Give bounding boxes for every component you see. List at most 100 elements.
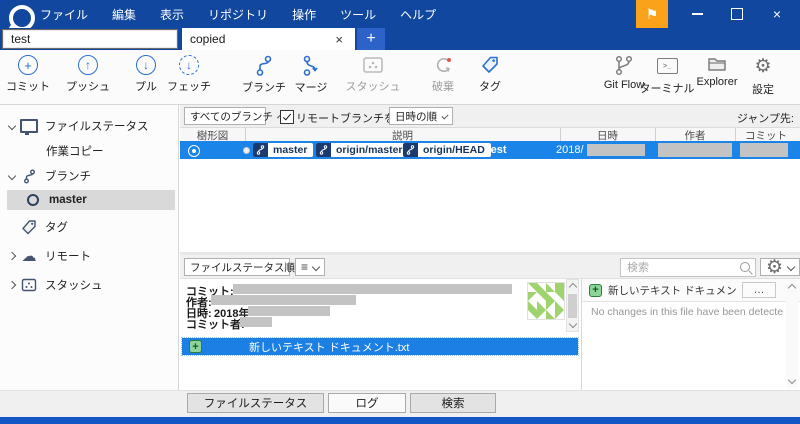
diff-scrollbar[interactable] — [786, 280, 798, 388]
tab-copied[interactable]: copied × — [182, 28, 355, 50]
commit-message: test — [487, 144, 507, 156]
chevron-down-icon[interactable] — [9, 120, 19, 132]
branch-filter-dropdown[interactable]: すべてのブランチ — [184, 107, 266, 125]
scroll-down-icon[interactable] — [569, 320, 577, 328]
gitflow-icon — [614, 55, 634, 76]
gear-icon — [766, 256, 783, 279]
maximize-button[interactable] — [720, 0, 754, 28]
no-changes-message: No changes in this file have been detect… — [591, 306, 783, 318]
push-icon — [78, 55, 98, 75]
maximize-icon — [731, 8, 743, 20]
branch-badge-origin-head: origin/HEAD — [403, 143, 491, 157]
menu-file[interactable]: ファイル — [36, 4, 92, 25]
file-row-selected[interactable]: + 新しいテキスト ドキュメント.txt — [182, 338, 578, 355]
scroll-up-icon[interactable] — [788, 284, 796, 292]
stash-button: スタッシュ — [345, 55, 401, 94]
chevron-right-icon[interactable] — [9, 250, 19, 262]
menu-tools[interactable]: ツール — [336, 4, 380, 25]
tag-button[interactable]: タグ — [462, 55, 518, 94]
search-settings-button[interactable] — [760, 258, 800, 276]
view-button-log[interactable]: ログ — [328, 393, 406, 413]
log-column-headers: 樹形図 説明 日時 作者 コミット — [180, 128, 800, 141]
minimize-button[interactable] — [680, 0, 714, 28]
gear-icon — [754, 55, 771, 78]
commit-button[interactable]: コミット — [0, 55, 56, 94]
check-icon — [283, 112, 291, 121]
plus-icon: + — [366, 30, 375, 48]
branch-icon — [255, 55, 273, 76]
tab-test[interactable]: test — [2, 29, 178, 49]
diff-file-name: 新しいテキスト ドキュメント.txt — [608, 283, 738, 298]
sidebar-item-stashes[interactable]: スタッシュ — [0, 275, 179, 295]
chevron-right-icon[interactable] — [9, 279, 19, 291]
commit-row-selected[interactable]: master origin/master origin/HEAD test 20… — [180, 141, 800, 159]
chevron-down-icon — [787, 263, 795, 271]
merge-button[interactable]: マージ — [283, 55, 339, 95]
sidebar-item-tags[interactable]: タグ — [0, 217, 179, 237]
file-sort-dropdown[interactable]: ファイルステータス順 — [184, 258, 290, 276]
push-button[interactable]: プッシュ — [60, 55, 116, 94]
bottom-bar: ファイルステータス ログ 検索 — [0, 390, 800, 417]
redacted-commit-hash — [233, 284, 512, 294]
scroll-down-icon[interactable] — [788, 376, 796, 384]
scroll-up-icon[interactable] — [569, 283, 577, 291]
menu-bar: ファイル 編集 表示 リポジトリ 操作 ツール ヘルプ — [36, 0, 440, 28]
minimize-icon — [692, 13, 703, 15]
repo-tab-bar: test copied × + — [0, 28, 800, 50]
close-window-button[interactable]: × — [760, 0, 794, 28]
sourcetree-window: ファイル 編集 表示 リポジトリ 操作 ツール ヘルプ ⚑ × test cop… — [0, 0, 800, 424]
settings-button[interactable]: 設定 — [735, 55, 791, 97]
sidebar-item-file-status[interactable]: ファイルステータス — [0, 116, 179, 136]
ellipsis-icon: … — [754, 284, 765, 296]
terminal-icon — [657, 58, 678, 74]
search-icon — [740, 262, 750, 272]
diff-pane: + 新しいテキスト ドキュメント.txt … No changes in thi… — [581, 279, 800, 390]
view-options-button[interactable]: ≡ — [295, 258, 325, 276]
tag-icon — [19, 219, 39, 235]
menu-help[interactable]: ヘルプ — [396, 4, 440, 25]
file-list-pane: + 新しいテキスト ドキュメント.txt — [180, 332, 580, 390]
branch-badge-origin-master: origin/master — [316, 143, 409, 157]
tag-icon — [480, 55, 500, 75]
fetch-button[interactable]: フェッチ — [161, 55, 217, 94]
stash-icon — [19, 278, 39, 292]
view-button-file-status[interactable]: ファイルステータス — [187, 393, 324, 413]
author-identicon — [527, 282, 565, 320]
menu-edit[interactable]: 編集 — [108, 4, 140, 25]
file-added-icon: + — [189, 340, 202, 353]
jump-to-label: ジャンプ先: — [737, 110, 794, 126]
sidebar-item-branches[interactable]: ブランチ — [0, 166, 179, 186]
show-remote-checkbox[interactable] — [280, 110, 294, 124]
fetch-icon — [179, 55, 199, 75]
menu-actions[interactable]: 操作 — [288, 4, 320, 25]
view-button-search[interactable]: 検索 — [410, 393, 496, 413]
branch-icon — [19, 169, 39, 184]
commit-icon — [18, 55, 38, 75]
redacted-date — [248, 306, 330, 316]
chevron-down-icon[interactable] — [9, 170, 19, 182]
monitor-icon — [19, 119, 39, 133]
more-options-button[interactable]: … — [742, 282, 776, 298]
search-input[interactable] — [620, 258, 756, 277]
lower-toolbar: ファイルステータス順 ≡ — [180, 255, 800, 279]
notification-flag-button[interactable]: ⚑ — [636, 0, 668, 28]
committer-label: コミット者: — [186, 316, 245, 332]
menu-repository[interactable]: リポジトリ — [204, 4, 272, 25]
folder-icon — [707, 55, 727, 73]
tab-close-icon[interactable]: × — [331, 32, 347, 47]
commit-info-scrollbar[interactable] — [566, 279, 579, 332]
sidebar-item-master[interactable]: master — [7, 190, 175, 210]
menu-view[interactable]: 表示 — [156, 4, 188, 25]
commit-date: 2018/ — [556, 144, 584, 156]
window-bottom-border — [0, 417, 800, 424]
hamburger-icon: ≡ — [301, 260, 308, 274]
sidebar-item-working-copy[interactable]: 作業コピー — [0, 141, 179, 161]
sidebar-item-remotes[interactable]: リモート — [0, 246, 179, 266]
merge-icon — [302, 55, 320, 76]
file-added-icon: + — [589, 284, 602, 297]
new-tab-button[interactable]: + — [357, 28, 385, 50]
log-empty-area — [180, 159, 800, 252]
sort-order-dropdown[interactable]: 日時の順 — [389, 107, 453, 125]
terminal-button[interactable]: ターミナル — [639, 55, 695, 96]
scrollbar-thumb[interactable] — [568, 294, 577, 318]
